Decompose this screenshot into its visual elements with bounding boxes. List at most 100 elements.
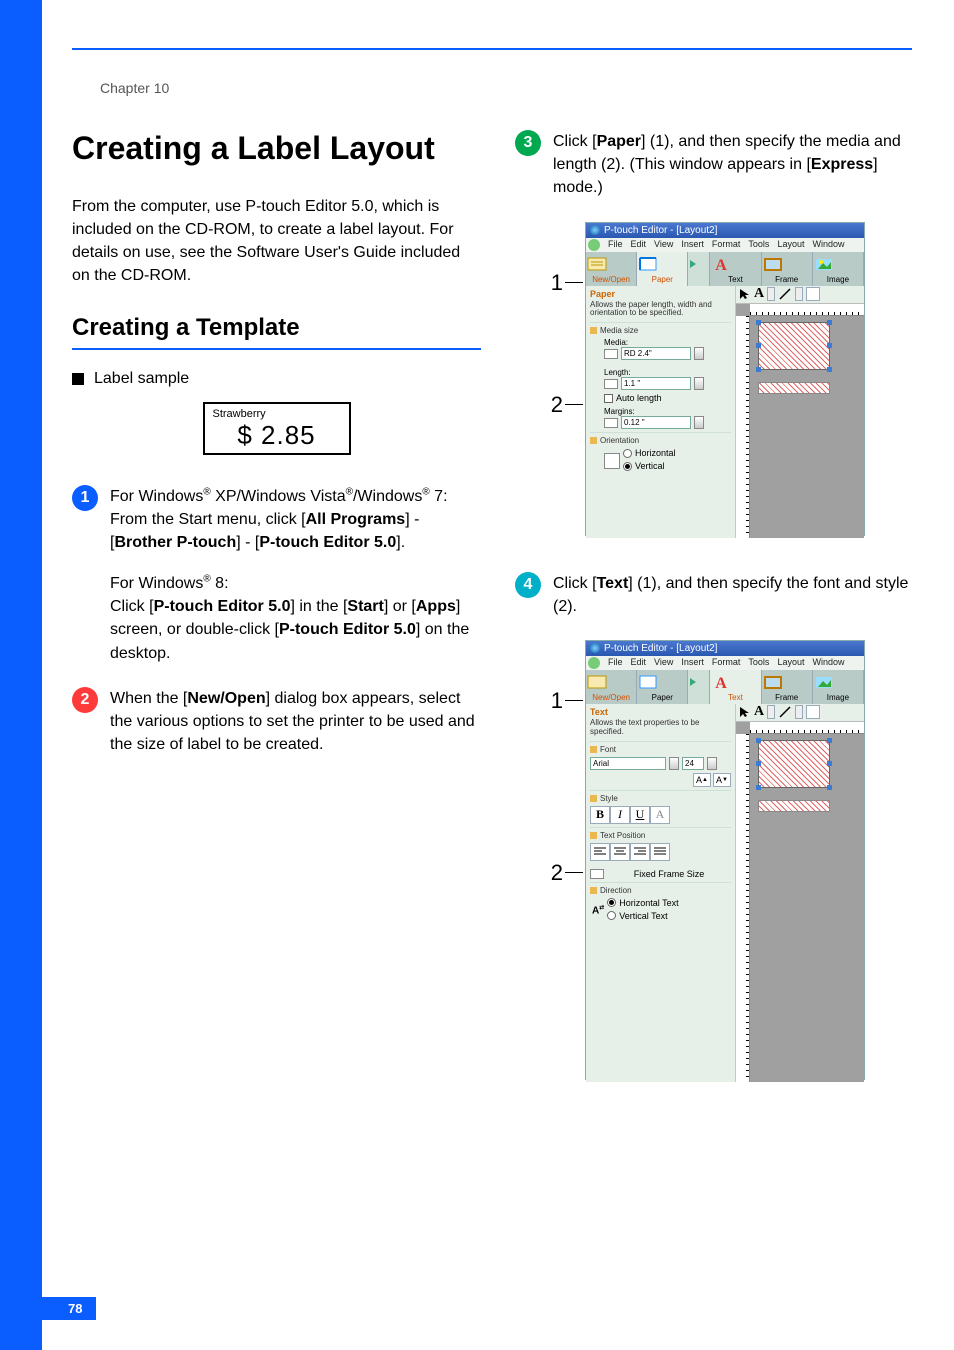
orient-horizontal-radio[interactable]	[623, 449, 632, 458]
tab-newopen[interactable]: New/Open	[586, 252, 637, 286]
align-left-button[interactable]	[590, 843, 610, 861]
menu-insert[interactable]: Insert	[681, 239, 704, 251]
dropdown-icon[interactable]	[767, 705, 775, 719]
vertical-ruler	[736, 734, 750, 1082]
step-badge-4: 4	[515, 572, 541, 598]
app-menubar[interactable]: File Edit View Insert Format Tools Layou…	[586, 656, 864, 670]
menu-tools[interactable]: Tools	[748, 239, 769, 251]
label-object[interactable]	[758, 322, 830, 370]
dropdown-arrow-icon[interactable]	[694, 347, 704, 360]
menu-layout[interactable]: Layout	[777, 657, 804, 669]
menu-view[interactable]: View	[654, 239, 673, 251]
length-spinner[interactable]	[694, 377, 704, 390]
dropdown-icon[interactable]	[795, 287, 803, 301]
menu-edit[interactable]: Edit	[631, 239, 647, 251]
group-direction: Direction	[600, 886, 632, 895]
callout-2: 2	[541, 860, 563, 886]
margins-input[interactable]	[621, 416, 691, 429]
dir-horizontal-radio[interactable]	[607, 898, 616, 907]
label-sample-name: Strawberry	[213, 408, 341, 420]
shape-tool-icon[interactable]	[806, 287, 820, 301]
step-2-text: When the [New/Open] dialog box appears, …	[110, 687, 481, 757]
dropdown-icon[interactable]	[767, 287, 775, 301]
group-style: Style	[600, 794, 618, 803]
group-text-position: Text Position	[600, 831, 645, 840]
align-center-button[interactable]	[610, 843, 630, 861]
dropdown-arrow-icon[interactable]	[669, 757, 679, 770]
shape-tool-icon[interactable]	[806, 705, 820, 719]
horizontal-ruler	[750, 304, 864, 316]
font-increase-button[interactable]: A▲	[693, 773, 711, 787]
menu-icon[interactable]	[588, 657, 600, 669]
tab-newopen[interactable]: New/Open	[586, 670, 637, 704]
editor-canvas[interactable]: A	[736, 704, 864, 1082]
dir-horizontal-label: Horizontal Text	[619, 898, 678, 908]
label-object-2[interactable]	[758, 800, 830, 812]
text-tool-icon[interactable]: A	[754, 704, 764, 720]
autolength-checkbox[interactable]	[604, 394, 613, 403]
orient-vertical-radio[interactable]	[623, 462, 632, 471]
canvas-toolbar[interactable]: A	[736, 704, 864, 722]
horizontal-ruler	[750, 722, 864, 734]
menu-window[interactable]: Window	[812, 657, 844, 669]
tab-frame[interactable]: Frame	[762, 670, 813, 704]
tab-text[interactable]: AText	[710, 252, 761, 286]
dropdown-arrow-icon[interactable]	[707, 757, 717, 770]
menu-insert[interactable]: Insert	[681, 657, 704, 669]
menu-format[interactable]: Format	[712, 657, 741, 669]
menu-format[interactable]: Format	[712, 239, 741, 251]
font-size-dropdown[interactable]	[682, 757, 704, 770]
tab-paper[interactable]: Paper	[637, 252, 688, 286]
side-panel-desc: Allows the paper length, width and orien…	[590, 301, 731, 319]
outline-button[interactable]: A	[650, 806, 670, 824]
menu-layout[interactable]: Layout	[777, 239, 804, 251]
menu-file[interactable]: File	[608, 239, 623, 251]
tab-expand[interactable]	[688, 670, 710, 704]
margins-icon	[604, 418, 618, 428]
group-media-size: Media size	[600, 326, 638, 335]
font-decrease-button[interactable]: A▼	[713, 773, 731, 787]
menu-view[interactable]: View	[654, 657, 673, 669]
font-name-dropdown[interactable]	[590, 757, 666, 770]
underline-button[interactable]: U	[630, 806, 650, 824]
label-object[interactable]	[758, 740, 830, 788]
bold-button[interactable]: B	[590, 806, 610, 824]
media-dropdown[interactable]	[621, 347, 691, 360]
line-tool-icon[interactable]	[778, 287, 792, 301]
italic-button[interactable]: I	[610, 806, 630, 824]
menu-edit[interactable]: Edit	[631, 657, 647, 669]
page-accent-bar	[0, 0, 42, 1350]
frame-size-icon	[590, 869, 604, 879]
canvas-toolbar[interactable]: A	[736, 286, 864, 304]
tab-text[interactable]: AText	[710, 670, 761, 704]
label-object-2[interactable]	[758, 382, 830, 394]
direction-icon: A⇄	[592, 904, 604, 916]
tab-expand[interactable]	[688, 252, 710, 286]
editor-canvas[interactable]: A	[736, 286, 864, 538]
text-tool-icon[interactable]: A	[754, 286, 764, 302]
margins-label: Margins:	[604, 407, 731, 416]
menu-window[interactable]: Window	[812, 239, 844, 251]
line-tool-icon[interactable]	[778, 705, 792, 719]
dir-vertical-radio[interactable]	[607, 911, 616, 920]
dropdown-icon[interactable]	[795, 705, 803, 719]
step-badge-2: 2	[72, 687, 98, 713]
tab-frame[interactable]: Frame	[762, 252, 813, 286]
align-justify-button[interactable]	[650, 843, 670, 861]
align-right-button[interactable]	[630, 843, 650, 861]
screenshot-text-panel: 1 2 P-touch Editor - [Layout2] File Edit…	[541, 640, 924, 1090]
tab-image[interactable]: Image	[813, 252, 864, 286]
length-input[interactable]	[621, 377, 691, 390]
chapter-label: Chapter 10	[100, 80, 169, 96]
tab-image[interactable]: Image	[813, 670, 864, 704]
app-menubar[interactable]: File Edit View Insert Format Tools Layou…	[586, 238, 864, 252]
menu-tools[interactable]: Tools	[748, 657, 769, 669]
margins-spinner[interactable]	[694, 416, 704, 429]
autolength-label: Auto length	[616, 393, 662, 403]
media-label: Media:	[604, 338, 731, 347]
menu-file[interactable]: File	[608, 657, 623, 669]
tab-paper[interactable]: Paper	[637, 670, 688, 704]
pointer-icon[interactable]	[739, 288, 751, 300]
pointer-icon[interactable]	[739, 706, 751, 718]
menu-icon[interactable]	[588, 239, 600, 251]
